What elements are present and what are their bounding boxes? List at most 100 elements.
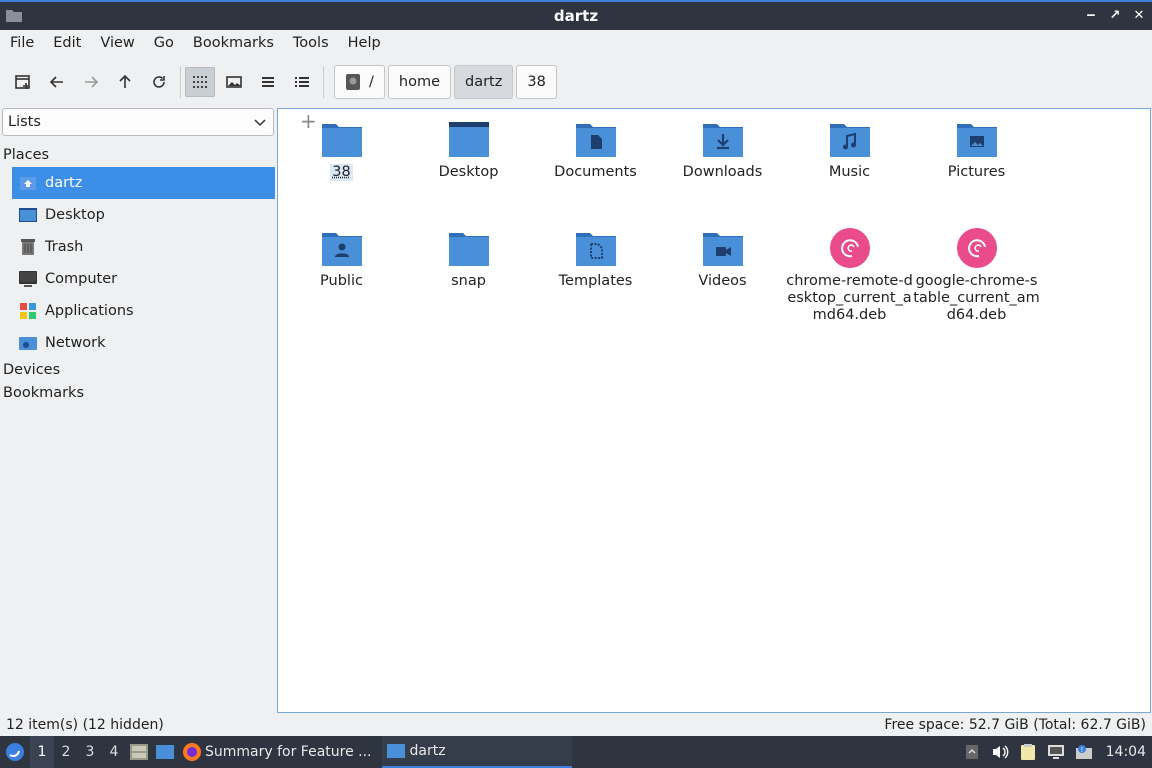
workspace-3[interactable]: 3 <box>78 736 102 768</box>
workspace-1[interactable]: 1 <box>30 736 54 768</box>
maximize-icon[interactable]: ↗ <box>1108 5 1122 25</box>
file-item[interactable]: Music <box>786 117 913 181</box>
back-button[interactable] <box>42 67 72 97</box>
new-tab-button[interactable] <box>8 67 38 97</box>
menu-view[interactable]: View <box>94 35 140 51</box>
file-item[interactable]: Pictures <box>913 117 1040 181</box>
sidebar-item-computer[interactable]: Computer <box>12 263 275 295</box>
menu-edit[interactable]: Edit <box>47 35 87 51</box>
icon-view-button[interactable] <box>185 67 215 97</box>
public-folder-icon <box>321 233 362 266</box>
show-desktop-icon <box>156 745 174 759</box>
menu-go[interactable]: Go <box>148 35 180 51</box>
file-cabinet-icon <box>130 744 148 760</box>
file-name: Videos <box>698 273 747 289</box>
arrow-up-icon <box>119 74 131 88</box>
sidebar-item-network[interactable]: Network <box>12 327 275 359</box>
clipboard-icon[interactable] <box>1014 736 1042 768</box>
file-item[interactable]: snap <box>405 226 532 290</box>
devices-header[interactable]: Devices <box>3 362 60 378</box>
toolbar-separator <box>180 66 181 98</box>
sidebar-item-label: dartz <box>45 175 83 191</box>
clock[interactable]: 14:04 <box>1098 744 1152 760</box>
launcher-desktop[interactable] <box>152 736 178 768</box>
file-item[interactable]: Videos <box>659 226 786 290</box>
breadcrumb-item-home[interactable]: home <box>387 65 451 99</box>
volume-icon[interactable] <box>986 736 1014 768</box>
network-status-icon[interactable] <box>1042 736 1070 768</box>
desktop-icon <box>19 208 37 222</box>
file-item[interactable]: google-chrome-stable_current_amd64.deb <box>913 226 1040 324</box>
file-item[interactable]: 38 <box>278 117 405 181</box>
side-pane-mode-select[interactable]: Lists <box>2 108 274 136</box>
breadcrumb-item-38[interactable]: 38 <box>516 65 557 99</box>
sidebar-item-dartz[interactable]: dartz <box>12 167 275 199</box>
file-name: chrome-remote-desktop_current_amd64.deb <box>786 273 913 323</box>
toolbar-separator <box>323 66 324 98</box>
breadcrumb-root[interactable]: / <box>334 65 385 99</box>
places-header[interactable]: Places <box>3 147 49 163</box>
grid-view-icon <box>193 76 207 88</box>
folder-icon <box>386 744 405 758</box>
launcher-files[interactable] <box>126 736 152 768</box>
breadcrumb-item-dartz[interactable]: dartz <box>454 65 514 99</box>
file-item[interactable]: Downloads <box>659 117 786 181</box>
file-name: google-chrome-stable_current_amd64.deb <box>913 273 1040 323</box>
task-file-manager[interactable]: dartz <box>381 736 572 768</box>
computer-icon <box>19 271 37 287</box>
breadcrumb: / home dartz 38 <box>334 65 560 99</box>
file-name: Music <box>828 164 871 180</box>
thumbnail-view-button[interactable] <box>219 67 249 97</box>
file-item[interactable]: chrome-remote-desktop_current_amd64.deb <box>786 226 913 324</box>
close-icon[interactable]: ✕ <box>1132 5 1146 25</box>
workspace-2[interactable]: 2 <box>54 736 78 768</box>
notification-icon[interactable]: ! <box>1070 736 1098 768</box>
folder-icon <box>321 124 362 157</box>
start-menu-button[interactable] <box>0 736 30 768</box>
menu-file[interactable]: File <box>4 35 40 51</box>
sidebar-item-label: Desktop <box>45 207 105 223</box>
list-view-icon <box>262 77 274 87</box>
menu-bar: File Edit View Go Bookmarks Tools Help <box>0 30 1152 56</box>
sidebar-item-label: Network <box>45 335 106 351</box>
sidebar: Lists Places dartz Desktop Trash Compute… <box>0 108 276 712</box>
file-name: Templates <box>558 273 633 289</box>
side-pane-mode-label: Lists <box>8 114 41 130</box>
pictures-folder-icon <box>956 124 997 157</box>
file-name: Desktop <box>438 164 499 180</box>
menu-bookmarks[interactable]: Bookmarks <box>187 35 280 51</box>
workspace-4[interactable]: 4 <box>102 736 126 768</box>
sidebar-item-desktop[interactable]: Desktop <box>12 199 275 231</box>
file-name: Downloads <box>682 164 763 180</box>
task-label: Summary for Feature ... <box>205 744 372 760</box>
sidebar-item-label: Computer <box>45 271 118 287</box>
drive-icon <box>346 74 360 90</box>
task-firefox[interactable]: Summary for Feature ... <box>178 736 376 768</box>
network-icon <box>19 337 37 350</box>
bookmarks-header[interactable]: Bookmarks <box>3 385 84 401</box>
debian-package-icon <box>956 228 997 268</box>
menu-tools[interactable]: Tools <box>287 35 335 51</box>
file-item[interactable]: Documents <box>532 117 659 181</box>
compact-view-button[interactable] <box>253 67 283 97</box>
window-folder-icon <box>6 10 22 22</box>
downloads-folder-icon <box>702 124 743 157</box>
trash-icon <box>21 239 35 255</box>
file-item[interactable]: Desktop <box>405 117 532 181</box>
detailed-view-button[interactable] <box>287 67 317 97</box>
free-space: Free space: 52.7 GiB (Total: 62.7 GiB) <box>884 717 1146 733</box>
reload-button[interactable] <box>144 67 174 97</box>
file-item[interactable]: Public <box>278 226 405 290</box>
title-bar: dartz ‒ ↗ ✕ <box>0 0 1152 30</box>
sidebar-item-applications[interactable]: Applications <box>12 295 275 327</box>
tray-arrow-icon[interactable] <box>958 736 986 768</box>
up-button[interactable] <box>110 67 140 97</box>
file-name: snap <box>451 273 486 289</box>
file-view[interactable]: + 38 Desktop Documents Downloads Music P… <box>277 108 1151 713</box>
minimize-icon[interactable]: ‒ <box>1084 5 1098 25</box>
sidebar-item-trash[interactable]: Trash <box>12 231 275 263</box>
menu-help[interactable]: Help <box>342 35 387 51</box>
forward-button[interactable] <box>76 67 106 97</box>
file-item[interactable]: Templates <box>532 226 659 290</box>
chevron-down-icon <box>254 119 266 127</box>
